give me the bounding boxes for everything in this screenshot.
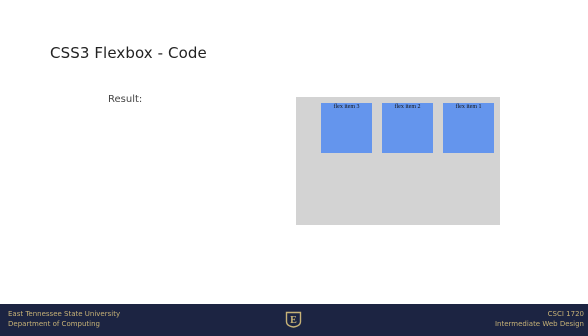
flex-item-2: flex item 2: [382, 103, 433, 153]
footer-course: CSCI 1720 Intermediate Web Design: [495, 309, 584, 329]
logo-letter: E: [290, 315, 297, 326]
footer-institution: East Tennessee State University Departme…: [8, 309, 120, 329]
flex-container-demo: flex item 3 flex item 2 flex item 1: [296, 97, 500, 225]
flex-item-3: flex item 3: [321, 103, 372, 153]
slide: CSS3 Flexbox - Code Result: flex item 3 …: [0, 0, 588, 336]
result-label: Result:: [108, 94, 143, 105]
flex-item-1: flex item 1: [443, 103, 494, 153]
footer-course-code: CSCI 1720: [547, 310, 584, 318]
footer-university: East Tennessee State University: [8, 310, 121, 318]
footer-department: Department of Computing: [8, 320, 100, 328]
etsu-logo-icon: E: [285, 311, 302, 328]
footer-bar: East Tennessee State University Departme…: [0, 304, 588, 336]
footer-course-name: Intermediate Web Design: [494, 320, 584, 328]
slide-title: CSS3 Flexbox - Code: [50, 44, 207, 62]
